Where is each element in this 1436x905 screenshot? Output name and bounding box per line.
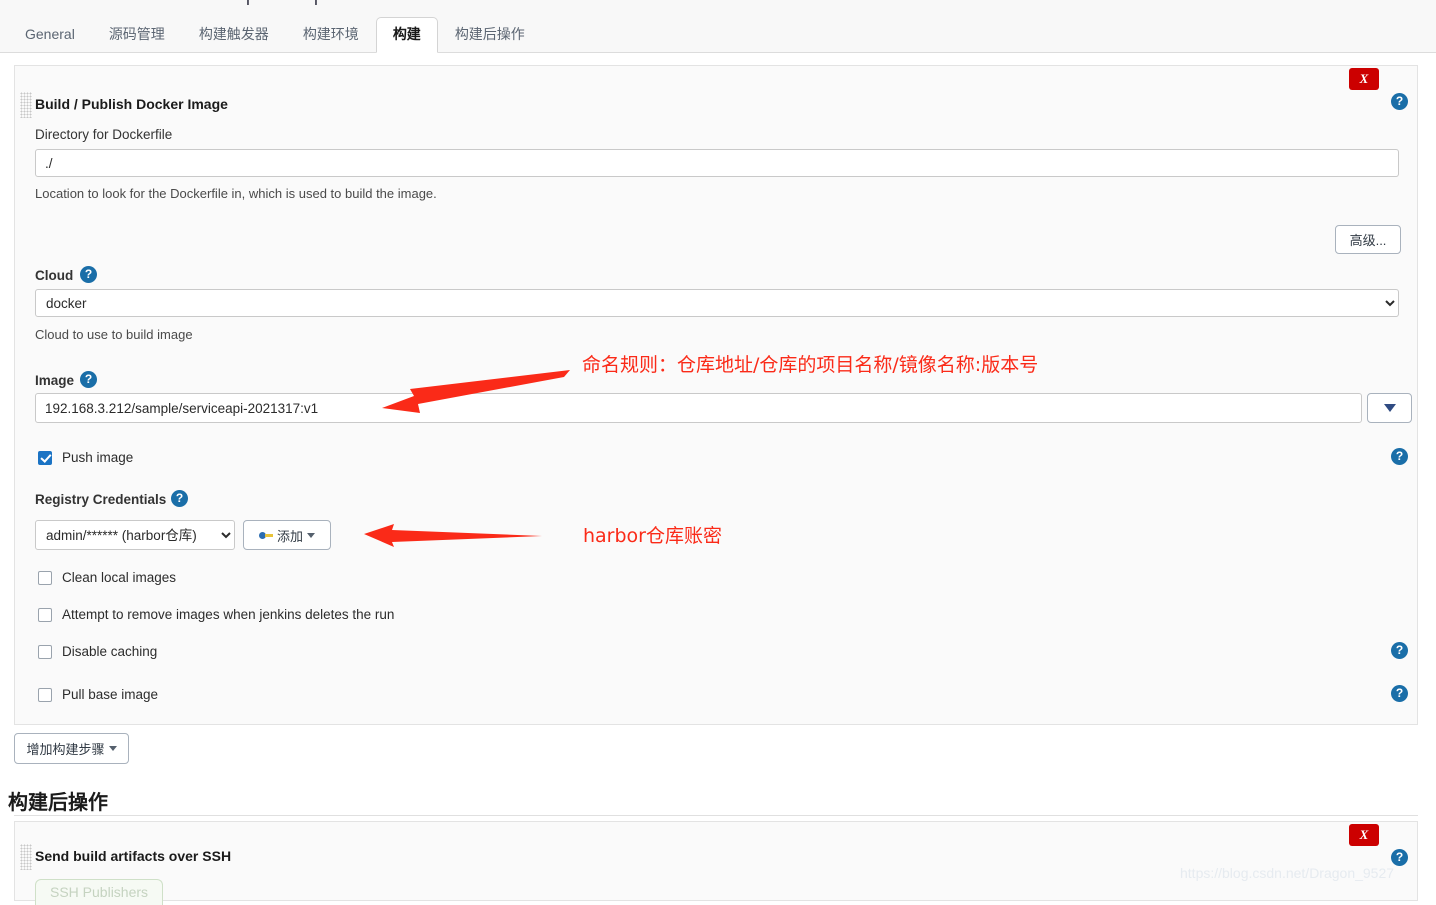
- annotation-arrow-to-credentials: [364, 524, 542, 547]
- help-icon-pull-base-image[interactable]: ?: [1391, 685, 1408, 702]
- registry-credentials-select[interactable]: admin/****** (harbor仓库): [35, 520, 235, 550]
- pull-base-image-row[interactable]: Pull base image: [38, 687, 158, 702]
- label-directory-for-dockerfile: Directory for Dockerfile: [35, 127, 173, 142]
- annotation-harbor-credentials: harbor仓库账密: [583, 525, 722, 547]
- caret-down-icon: [108, 746, 117, 751]
- disable-caching-row[interactable]: Disable caching: [38, 644, 157, 659]
- label-image: Image: [35, 373, 75, 388]
- window-top-clipped-strip: | |: [0, 0, 1436, 10]
- push-image-label: Push image: [62, 450, 134, 465]
- pull-base-image-label: Pull base image: [62, 687, 159, 702]
- help-icon-image[interactable]: ?: [80, 371, 97, 388]
- pull-base-image-checkbox[interactable]: [38, 687, 52, 702]
- clipped-text-fragment-left: |: [246, 0, 250, 5]
- config-tab-bar: General 源码管理 构建触发器 构建环境 构建 构建后操作: [0, 10, 1436, 53]
- tab-general[interactable]: General: [8, 17, 92, 52]
- description-directory-for-dockerfile: Location to look for the Dockerfile in, …: [35, 186, 437, 201]
- disable-caching-checkbox[interactable]: [38, 644, 52, 659]
- image-name-input[interactable]: [35, 393, 1362, 423]
- disable-caching-label: Disable caching: [62, 644, 158, 659]
- attempt-remove-images-label: Attempt to remove images when jenkins de…: [62, 607, 395, 622]
- tab-source-code-management[interactable]: 源码管理: [92, 17, 182, 52]
- push-image-checkbox[interactable]: [38, 450, 52, 465]
- delete-post-build-action-button[interactable]: X: [1349, 824, 1379, 846]
- help-icon-registry-credentials[interactable]: ?: [171, 490, 188, 507]
- clean-local-images-row[interactable]: Clean local images: [38, 570, 176, 585]
- tab-build-triggers[interactable]: 构建触发器: [182, 17, 286, 52]
- image-dropdown-button[interactable]: [1367, 393, 1412, 423]
- tab-build-environment[interactable]: 构建环境: [286, 17, 376, 52]
- drag-handle-icon[interactable]: [20, 844, 32, 870]
- push-image-row[interactable]: Push image: [38, 450, 133, 465]
- annotation-image-naming-rule: 命名规则：仓库地址/仓库的项目名称/镜像名称:版本号: [582, 354, 1039, 376]
- drag-handle-icon[interactable]: [20, 92, 32, 118]
- directory-for-dockerfile-input[interactable]: [35, 149, 1399, 177]
- key-icon: [258, 531, 273, 540]
- tab-ssh-publishers[interactable]: SSH Publishers: [35, 879, 164, 905]
- delete-builder-button[interactable]: X: [1349, 68, 1379, 90]
- label-registry-credentials: Registry Credentials: [35, 492, 167, 507]
- help-icon-disable-caching[interactable]: ?: [1391, 642, 1408, 659]
- add-build-step-label: 增加构建步骤: [26, 742, 105, 757]
- annotation-arrow-to-image-field: [382, 370, 570, 413]
- advanced-button[interactable]: 高级...: [1335, 225, 1401, 254]
- label-cloud: Cloud: [35, 268, 74, 283]
- attempt-remove-images-row[interactable]: Attempt to remove images when jenkins de…: [38, 607, 394, 622]
- chevron-down-icon: [1383, 404, 1396, 412]
- watermark-blog-url: https://blog.csdn.net/Dragon_9527: [1180, 865, 1395, 881]
- tab-post-build-actions[interactable]: 构建后操作: [438, 17, 542, 52]
- cloud-select[interactable]: docker: [35, 289, 1399, 317]
- add-build-step-button[interactable]: 增加构建步骤: [14, 733, 129, 764]
- panel-title-build-publish-docker-image: Build / Publish Docker Image: [35, 96, 228, 112]
- help-icon-builder[interactable]: ?: [1391, 93, 1408, 110]
- panel-title-send-build-artifacts-over-ssh: Send build artifacts over SSH: [35, 848, 232, 864]
- help-icon-push-image[interactable]: ?: [1391, 448, 1408, 465]
- clean-local-images-checkbox[interactable]: [38, 570, 52, 585]
- tab-build[interactable]: 构建: [375, 17, 438, 53]
- clean-local-images-label: Clean local images: [62, 570, 177, 585]
- description-cloud: Cloud to use to build image: [35, 327, 193, 342]
- section-heading-post-build-actions: 构建后操作: [8, 792, 108, 814]
- config-content-area: Build / Publish Docker Image X ? Directo…: [0, 53, 1436, 905]
- help-icon-cloud[interactable]: ?: [80, 266, 97, 283]
- attempt-remove-images-checkbox[interactable]: [38, 607, 52, 622]
- post-build-panel-ssh: Send build artifacts over SSH X ? SSH Pu…: [14, 821, 1418, 905]
- section-divider: [14, 815, 1418, 816]
- caret-down-icon: [307, 532, 315, 538]
- help-icon-post-build[interactable]: ?: [1391, 849, 1408, 866]
- clipped-text-fragment-right: |: [314, 0, 318, 5]
- add-credentials-label: 添加: [276, 528, 303, 544]
- config-tab-list: General 源码管理 构建触发器 构建环境 构建 构建后操作: [8, 17, 542, 53]
- builder-panel-docker-image: Build / Publish Docker Image X ? Directo…: [14, 65, 1418, 725]
- add-credentials-button[interactable]: 添加: [243, 520, 331, 550]
